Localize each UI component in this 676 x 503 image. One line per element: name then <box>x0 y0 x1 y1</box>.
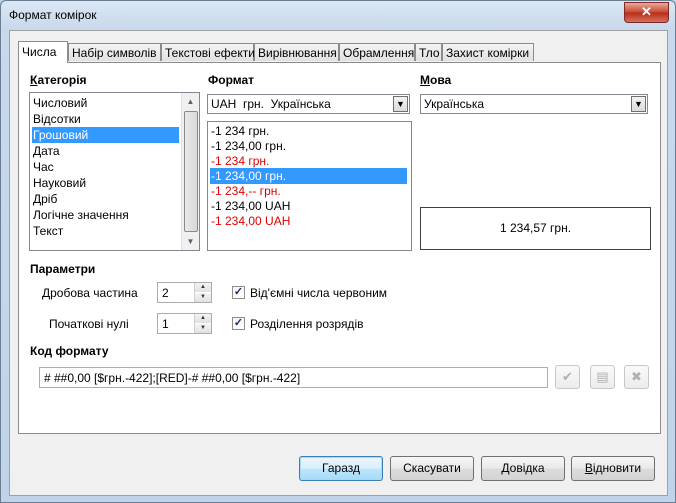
thousands-separator-label[interactable]: Розділення розрядів <box>250 317 363 331</box>
scroll-up-icon[interactable]: ▲ <box>182 93 199 110</box>
scroll-thumb[interactable] <box>184 111 198 232</box>
format-code-value: # ##0,00 [$грн.-422];[RED]-# ##0,00 [$гр… <box>44 371 301 385</box>
format-code-label: Код формату <box>30 344 109 358</box>
tab-numbers[interactable]: Числа <box>18 41 68 63</box>
tab-font-effects[interactable]: Текстові ефекти <box>161 43 255 61</box>
tab-borders[interactable]: Обрамлення <box>339 43 415 61</box>
format-item[interactable]: -1 234,00 UAH <box>210 213 407 229</box>
options-label: Параметри <box>30 262 96 276</box>
chevron-down-icon[interactable]: ▼ <box>631 96 646 112</box>
scroll-down-icon[interactable]: ▼ <box>182 233 199 250</box>
tab-alignment[interactable]: Вирівнювання <box>254 43 339 61</box>
spin-down-icon[interactable]: ▼ <box>195 293 211 302</box>
leading-zeros-label: Початкові нулі <box>49 317 129 331</box>
format-code-input[interactable]: # ##0,00 [$грн.-422];[RED]-# ##0,00 [$гр… <box>39 367 548 388</box>
format-item[interactable]: -1 234,00 UAH <box>210 198 407 214</box>
leading-zeros-spinner[interactable]: 1 ▲ ▼ <box>157 313 212 334</box>
category-label: Категорія <box>30 73 87 87</box>
spinner-buttons: ▲ ▼ <box>194 314 211 333</box>
category-item[interactable]: Текст <box>32 223 179 239</box>
category-item[interactable]: Дріб <box>32 191 179 207</box>
format-item[interactable]: -1 234 грн. <box>210 153 407 169</box>
close-button[interactable]: ✕ <box>624 2 669 23</box>
checkmark-icon[interactable]: ✔ <box>555 365 580 389</box>
category-item[interactable]: Грошовий <box>32 127 179 143</box>
category-item[interactable]: Числовий <box>32 95 179 111</box>
negative-red-label[interactable]: Від'ємні числа червоним <box>250 286 387 300</box>
tab-panel-numbers: Категорія Числовий Відсотки Грошовий Дата Ча… <box>18 62 661 434</box>
chevron-down-icon[interactable]: ▼ <box>393 96 408 112</box>
spinner-buttons: ▲ ▼ <box>194 283 211 302</box>
category-list[interactable]: Числовий Відсотки Грошовий Дата Час Науковий Д… <box>29 92 200 251</box>
leading-zeros-value: 1 <box>162 317 169 331</box>
category-item[interactable]: Логічне значення <box>32 207 179 223</box>
format-item[interactable]: -1 234 грн. <box>210 123 407 139</box>
category-item[interactable]: Відсотки <box>32 111 179 127</box>
tab-font[interactable]: Набір символів <box>68 43 161 61</box>
decimal-places-spinner[interactable]: 2 ▲ ▼ <box>157 282 212 303</box>
category-item[interactable]: Дата <box>32 143 179 159</box>
format-item[interactable]: -1 234,00 грн. <box>210 168 407 184</box>
format-item[interactable]: -1 234,-- грн. <box>210 183 407 199</box>
tab-cell-protection[interactable]: Захист комірки <box>442 43 534 61</box>
window-title: Формат комірок <box>9 8 97 22</box>
decimal-places-label: Дробова частина <box>42 286 138 300</box>
category-scrollbar[interactable]: ▲ ▼ <box>181 93 199 250</box>
format-item[interactable]: -1 234,00 грн. <box>210 138 407 154</box>
help-button[interactable]: Довідка <box>481 456 565 481</box>
reset-button[interactable]: Відновити <box>571 456 655 481</box>
language-value: Українська <box>424 97 485 111</box>
cancel-button[interactable]: Скасувати <box>390 456 474 481</box>
ok-button[interactable]: Гаразд <box>299 456 383 481</box>
spin-up-icon[interactable]: ▲ <box>195 283 211 292</box>
tab-background[interactable]: Тло <box>415 43 442 61</box>
delete-icon[interactable]: ✖ <box>624 365 649 389</box>
category-item[interactable]: Науковий <box>32 175 179 191</box>
format-preview: 1 234,57 грн. <box>420 207 651 250</box>
spin-down-icon[interactable]: ▼ <box>195 324 211 333</box>
preview-value: 1 234,57 грн. <box>499 221 572 235</box>
format-cells-dialog: Формат комірок ✕ Числа Набір символів Те… <box>0 0 676 503</box>
title-bar[interactable]: Формат комірок ✕ <box>1 1 675 29</box>
negative-red-checkbox[interactable]: ✓ <box>232 286 245 299</box>
comment-icon[interactable]: ▤ <box>590 365 615 389</box>
format-label: Формат <box>208 73 255 87</box>
thousands-separator-checkbox[interactable]: ✓ <box>232 317 245 330</box>
dialog-body: Числа Набір символів Текстові ефекти Вир… <box>9 30 668 496</box>
format-list[interactable]: -1 234 грн. -1 234,00 грн. -1 234 грн. -1 2… <box>207 121 412 251</box>
language-combo[interactable]: Українська ▼ <box>420 94 648 114</box>
decimal-places-value: 2 <box>162 286 169 300</box>
spin-up-icon[interactable]: ▲ <box>195 314 211 323</box>
currency-value: UAH грн. Українська <box>211 97 331 111</box>
language-label: Мова <box>420 73 452 87</box>
category-item[interactable]: Час <box>32 159 179 175</box>
currency-combo[interactable]: UAH грн. Українська ▼ <box>207 94 410 114</box>
